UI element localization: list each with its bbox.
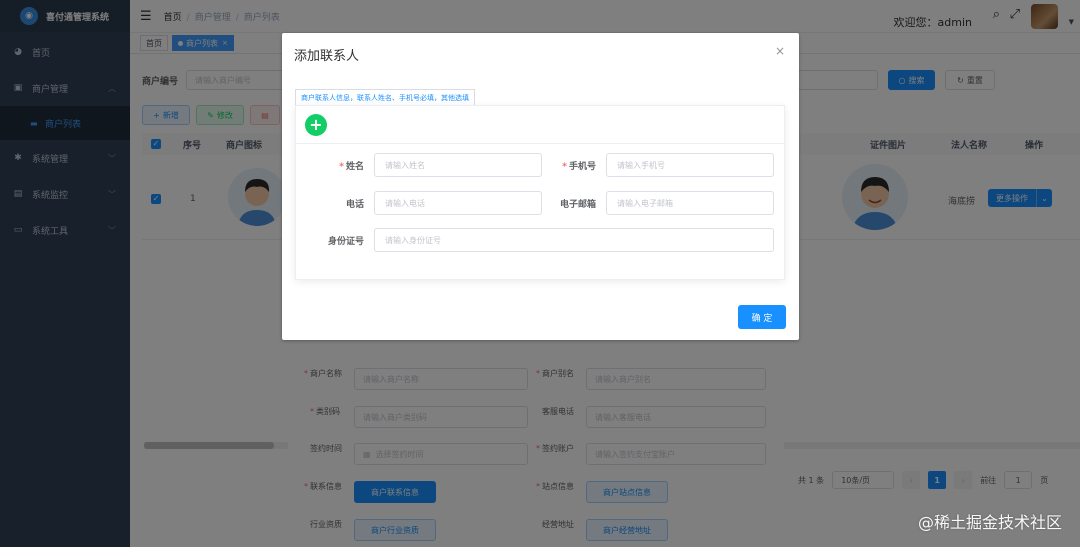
name-label: * 姓名 — [339, 161, 364, 172]
watermark-text: @稀土掘金技术社区 — [917, 513, 1062, 532]
close-icon[interactable]: × — [775, 44, 785, 58]
add-contact-dialog: 添加联系人 × 商户联系人信息，联系人姓名、手机号必填，其他选填 + * 姓名 请… — [282, 33, 799, 340]
contact-card: + * 姓名 请输入姓名 * 手机号 请输入手机号 电话 请输入电话 电子邮箱 请输… — [295, 105, 785, 280]
phone-label: 电话 — [345, 199, 364, 210]
dialog-title: 添加联系人 — [294, 49, 360, 64]
add-contact-button[interactable]: + — [305, 113, 327, 136]
plus-icon: + — [309, 115, 323, 134]
idcard-input[interactable]: 请输入身份证号 — [374, 228, 774, 252]
email-input[interactable]: 请输入电子邮箱 — [606, 191, 774, 215]
mobile-label: * 手机号 — [562, 161, 596, 172]
idcard-label: 身份证号 — [327, 236, 364, 247]
confirm-button[interactable]: 确 定 — [738, 305, 786, 329]
phone-input[interactable]: 请输入电话 — [374, 191, 542, 215]
contact-info-tab[interactable]: 商户联系人信息，联系人姓名、手机号必填，其他选填 — [295, 89, 475, 105]
mobile-input[interactable]: 请输入手机号 — [606, 153, 774, 177]
name-input[interactable]: 请输入姓名 — [374, 153, 542, 177]
email-label: 电子邮箱 — [559, 199, 596, 210]
